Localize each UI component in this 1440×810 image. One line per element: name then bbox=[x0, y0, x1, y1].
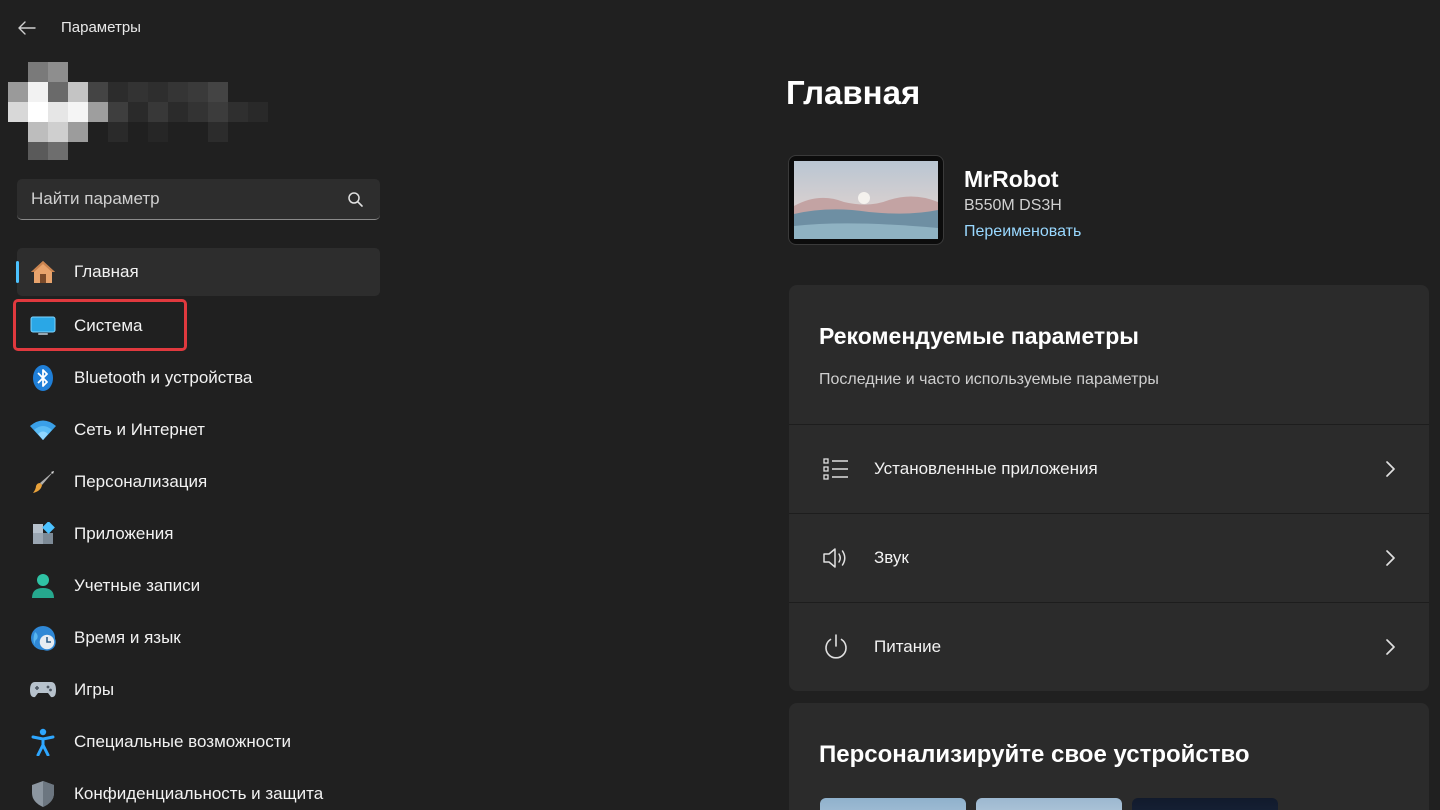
rename-link[interactable]: Переименовать bbox=[964, 223, 1081, 241]
time-language-icon bbox=[29, 624, 57, 652]
arrow-left-icon bbox=[18, 21, 36, 35]
sidebar-item-label: Конфиденциальность и защита bbox=[74, 784, 324, 803]
sidebar-item-label: Сеть и Интернет bbox=[74, 420, 205, 439]
speaker-icon bbox=[821, 543, 851, 573]
chevron-right-icon bbox=[1386, 639, 1395, 655]
sidebar-item-network[interactable]: Сеть и Интернет bbox=[13, 404, 383, 456]
wifi-icon bbox=[29, 416, 57, 444]
sidebar-item-bluetooth[interactable]: Bluetooth и устройства bbox=[13, 352, 383, 404]
sidebar-item-home[interactable]: Главная bbox=[16, 248, 380, 296]
back-button[interactable] bbox=[10, 12, 44, 44]
sidebar-item-label: Время и язык bbox=[74, 628, 181, 647]
accessibility-icon bbox=[29, 728, 57, 756]
bluetooth-icon bbox=[29, 364, 57, 392]
theme-thumbnail[interactable] bbox=[820, 798, 966, 810]
active-indicator bbox=[16, 261, 19, 283]
rec-item-label: Звук bbox=[874, 548, 909, 567]
sidebar-item-label: Персонализация bbox=[74, 472, 208, 491]
sidebar-item-privacy[interactable]: Конфиденциальность и защита bbox=[13, 768, 383, 810]
card-title: Персонализируйте свое устройство bbox=[819, 741, 1250, 768]
sidebar-item-label: Специальные возможности bbox=[74, 732, 292, 751]
page-title: Главная bbox=[786, 74, 921, 111]
device-model: B550M DS3H bbox=[964, 197, 1062, 214]
sidebar-item-accounts[interactable]: Учетные записи bbox=[13, 560, 383, 612]
card-title: Рекомендуемые параметры bbox=[819, 323, 1139, 349]
rec-item-installed-apps[interactable]: Установленные приложения bbox=[789, 424, 1429, 513]
sidebar-item-label: Игры bbox=[74, 680, 115, 699]
rec-item-sound[interactable]: Звук bbox=[789, 513, 1429, 602]
search-icon[interactable] bbox=[347, 191, 364, 208]
sidebar-nav: Главная Система Bluetooth и устройства С… bbox=[13, 248, 383, 810]
sidebar-item-label: Приложения bbox=[74, 524, 174, 543]
sidebar-item-apps[interactable]: Приложения bbox=[13, 508, 383, 560]
personalize-card: Персонализируйте свое устройство bbox=[789, 703, 1429, 810]
sidebar-item-label: Учетные записи bbox=[74, 576, 201, 595]
sidebar-item-time-language[interactable]: Время и язык bbox=[13, 612, 383, 664]
home-icon bbox=[29, 258, 57, 286]
theme-thumbnail[interactable] bbox=[976, 798, 1122, 810]
theme-thumbnail[interactable] bbox=[1132, 798, 1278, 810]
account-icon bbox=[29, 572, 57, 600]
device-wallpaper-thumbnail bbox=[788, 155, 944, 245]
sidebar-item-gaming[interactable]: Игры bbox=[13, 664, 383, 716]
user-avatar[interactable] bbox=[8, 62, 268, 160]
sidebar-item-personalization[interactable]: Персонализация bbox=[13, 456, 383, 508]
sidebar-item-label: Главная bbox=[74, 262, 139, 281]
shield-icon bbox=[29, 780, 57, 808]
list-icon bbox=[821, 454, 851, 484]
chevron-right-icon bbox=[1386, 550, 1395, 566]
system-display-icon bbox=[29, 312, 57, 340]
sidebar-item-label: Bluetooth и устройства bbox=[74, 368, 253, 387]
app-title: Параметры bbox=[61, 19, 141, 36]
rec-item-power[interactable]: Питание bbox=[789, 602, 1429, 691]
chevron-right-icon bbox=[1386, 461, 1395, 477]
search-box[interactable] bbox=[17, 179, 380, 220]
gamepad-icon bbox=[29, 676, 57, 704]
search-input[interactable] bbox=[17, 179, 337, 219]
device-name: MrRobot bbox=[964, 166, 1059, 192]
brush-icon bbox=[29, 468, 57, 496]
rec-item-label: Установленные приложения bbox=[874, 459, 1098, 478]
apps-icon bbox=[29, 520, 57, 548]
sidebar-item-accessibility[interactable]: Специальные возможности bbox=[13, 716, 383, 768]
card-subtitle: Последние и часто используемые параметры bbox=[819, 371, 1159, 388]
title-bar: Параметры bbox=[0, 0, 1440, 56]
sidebar-item-system[interactable]: Система bbox=[13, 300, 383, 352]
recommended-settings-card: Рекомендуемые параметры Последние и част… bbox=[789, 285, 1429, 691]
sidebar-item-label: Система bbox=[74, 316, 143, 335]
power-icon bbox=[821, 632, 851, 662]
rec-item-label: Питание bbox=[874, 637, 942, 656]
